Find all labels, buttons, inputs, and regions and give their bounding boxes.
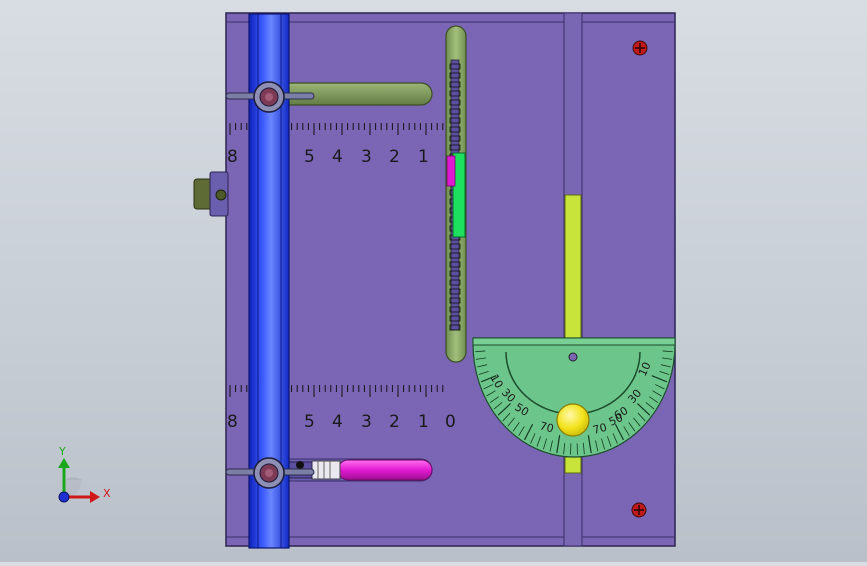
ruler-top-label: 4 [332,147,343,167]
y-axis-label: Y [58,445,66,458]
ruler-top-label: 5 [304,147,315,167]
side-shaft[interactable] [194,172,228,216]
protractor-pivot [569,353,577,361]
ruler-top-label: 3 [361,147,372,167]
screw-bottom-right [632,503,646,517]
ruler-top-label: 1 [418,147,429,167]
ruler-bottom-label: 1 [418,412,429,432]
ruler-top-label: 8 [227,147,238,167]
ruler-bottom-label: 5 [304,412,315,432]
ruler-top-label: 2 [389,147,400,167]
ruler-bottom-label: 4 [332,412,343,432]
yellow-slider-bar[interactable] [565,195,581,338]
ruler-bottom-label: 2 [389,412,400,432]
ruler-bottom-label: 3 [361,412,372,432]
axis-triad: Y X [58,445,111,503]
screw-top-right [633,41,647,55]
ruler-bottom-label: 0 [445,412,456,432]
vertical-slot[interactable] [446,26,466,362]
ruler-bottom-label: 8 [227,412,238,432]
x-axis-label: X [103,487,111,500]
yellow-knob[interactable] [557,404,589,436]
cad-viewport[interactable]: 8 5 4 3 2 1 8 5 4 3 2 1 0 [0,0,867,562]
